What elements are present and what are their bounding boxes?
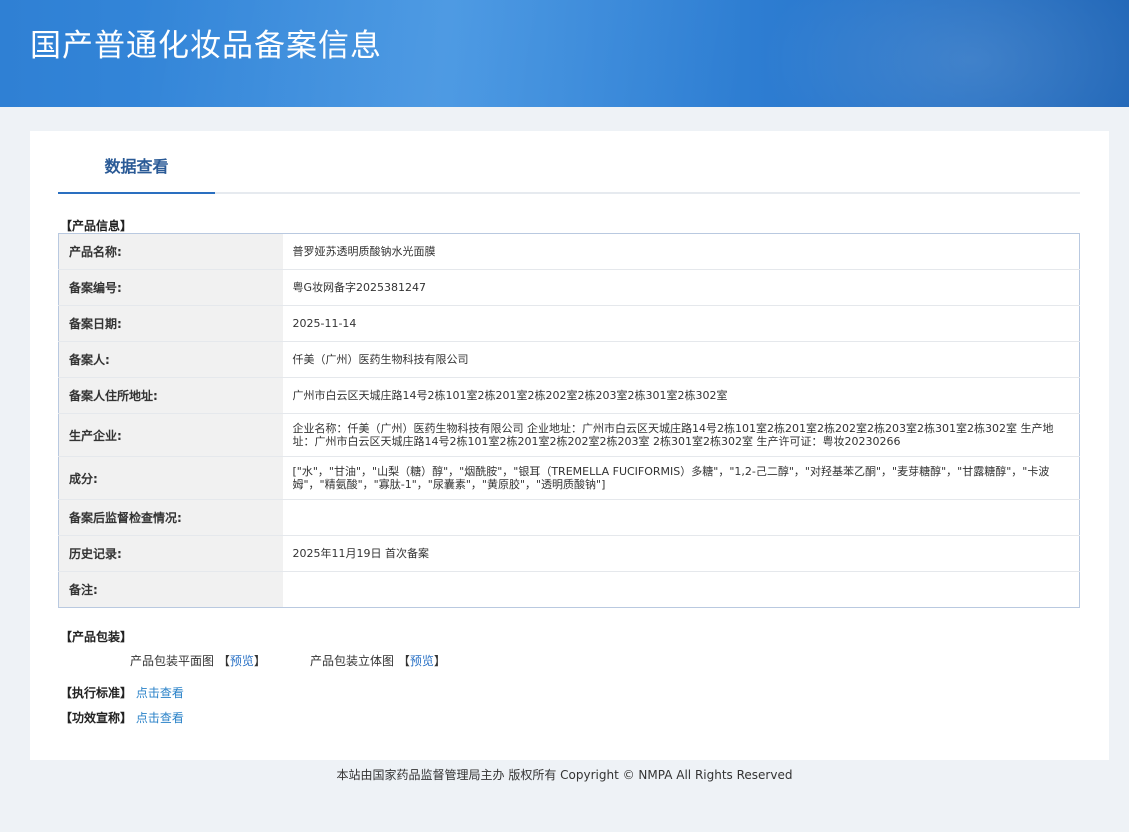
row-label-product-name: 产品名称: [58,233,283,270]
row-label-filing-number: 备案编号: [58,269,283,306]
row-value-filer-address: 广州市白云区天城庄路14号2栋101室2栋201室2栋202室2栋203室2栋3… [282,377,1080,414]
row-value-product-name: 普罗娅苏透明质酸钠水光面膜 [282,233,1080,270]
row-value-filer: 仟美（广州）医药生物科技有限公司 [282,341,1080,378]
row-label-supervision: 备案后监督检查情况: [58,499,283,536]
table-row: 备案日期: 2025-11-14 [58,305,1080,342]
row-label-filer: 备案人: [58,341,283,378]
row-value-manufacturer: 企业名称：仟美（广州）医药生物科技有限公司 企业地址：广州市白云区天城庄路14号… [282,413,1080,457]
table-row: 备案编号: 粤G妆网备字2025381247 [58,269,1080,306]
packaging-solid-label: 产品包装立体图 [310,654,395,668]
packaging-flat-preview-link[interactable]: 预览 [230,654,254,668]
standard-row: 【执行标准】 点击查看 [60,684,184,701]
row-value-remarks [283,572,1080,608]
table-row: 备注: [58,571,1080,608]
product-info-table: 产品名称: 普罗娅苏透明质酸钠水光面膜 备案编号: 粤G妆网备字20253812… [58,233,1080,608]
packaging-flat-item: 产品包装平面图 【预览】 [130,652,266,669]
packaging-flat-label: 产品包装平面图 [130,654,215,668]
table-row: 产品名称: 普罗娅苏透明质酸钠水光面膜 [58,233,1080,270]
standard-view-link[interactable]: 点击查看 [136,686,184,700]
row-value-filing-number: 粤G妆网备字2025381247 [282,269,1080,306]
footer-copyright: 本站由国家药品监督管理局主办 版权所有 Copyright © NMPA All… [336,768,793,782]
product-info-section-label: 【产品信息】 [60,219,133,233]
efficacy-view-link[interactable]: 点击查看 [136,711,184,725]
row-label-manufacturer: 生产企业: [58,413,283,457]
row-label-filing-date: 备案日期: [58,305,283,342]
row-value-ingredients: ["水"，"甘油"，"山梨（糖）醇"，"烟酰胺"，"银耳（TREMELLA FU… [282,456,1080,500]
efficacy-label: 【功效宣称】 [60,711,133,725]
table-row: 备案人: 仟美（广州）医药生物科技有限公司 [58,341,1080,378]
row-label-history: 历史记录: [58,535,283,572]
packaging-solid-item: 产品包装立体图 【预览】 [310,652,446,669]
row-label-remarks: 备注: [58,571,283,608]
packaging-solid-preview-link[interactable]: 预览 [410,654,434,668]
bracket-open: 【 [217,654,230,668]
table-row: 生产企业: 企业名称：仟美（广州）医药生物科技有限公司 企业地址：广州市白云区天… [58,413,1080,457]
row-value-history: 2025年11月19日 首次备案 [282,535,1080,572]
table-row: 备案后监督检查情况: [58,499,1080,536]
page-header: 国产普通化妆品备案信息 [0,0,1129,107]
table-row: 备案人住所地址: 广州市白云区天城庄路14号2栋101室2栋201室2栋202室… [58,377,1080,414]
page-title: 国产普通化妆品备案信息 [30,28,382,64]
bracket-close: 】 [253,654,266,668]
row-value-filing-date: 2025-11-14 [282,305,1080,342]
row-value-supervision [282,499,1080,536]
bracket-close: 】 [433,654,446,668]
packaging-section-label: 【产品包装】 [60,630,133,644]
efficacy-row: 【功效宣称】 点击查看 [60,709,184,726]
row-label-ingredients: 成分: [58,456,283,500]
tab-bar: 数据查看 [58,131,1080,194]
bracket-open: 【 [397,654,410,668]
table-row: 成分: ["水"，"甘油"，"山梨（糖）醇"，"烟酰胺"，"银耳（TREMELL… [58,456,1080,500]
table-row: 历史记录: 2025年11月19日 首次备案 [58,535,1080,572]
standard-label: 【执行标准】 [60,686,133,700]
content-card: 数据查看 【产品信息】 产品名称: 普罗娅苏透明质酸钠水光面膜 备案编号: 粤G… [30,131,1109,760]
row-label-filer-address: 备案人住所地址: [58,377,283,414]
tab-data-view[interactable]: 数据查看 [58,131,215,194]
